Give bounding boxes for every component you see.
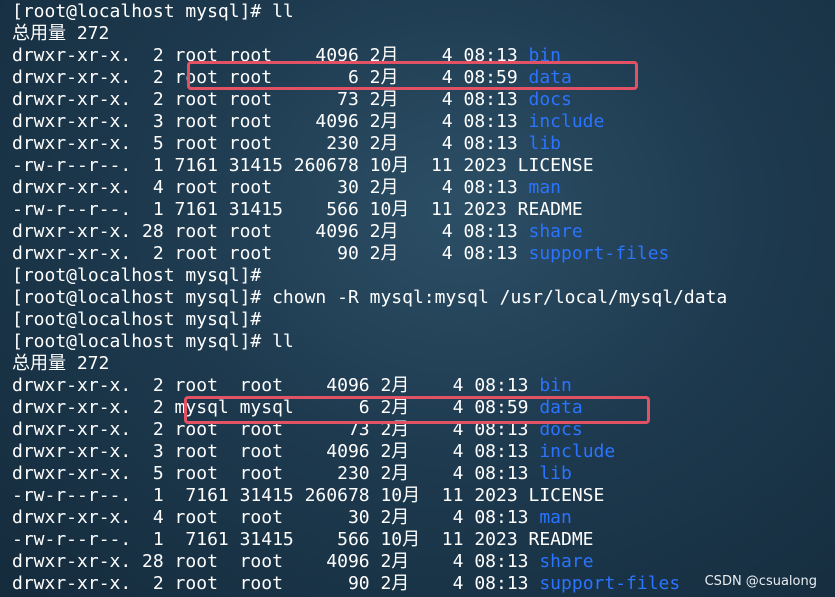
listing-row: -rw-r--r--. 1 7161 31415 566 10月 11 2023… bbox=[12, 199, 835, 221]
prompt-line: [root@localhost mysql]# bbox=[12, 265, 262, 286]
row-attributes: drwxr-xr-x. 5 root root 230 2月 4 08:13 bbox=[12, 133, 529, 154]
listing-row: drwxr-xr-x. 28 root root 4096 2月 4 08:13… bbox=[12, 221, 835, 243]
dir-name: man bbox=[539, 507, 572, 528]
dir-name: support-files bbox=[528, 243, 670, 264]
terminal-window[interactable]: [root@localhost mysql]# ll 总用量 272 drwxr… bbox=[0, 0, 835, 597]
prompt-line: [root@localhost mysql]# ll bbox=[12, 1, 294, 22]
dir-name: support-files bbox=[539, 573, 681, 594]
row-attributes: drwxr-xr-x. 2 root root 90 2月 4 08:13 bbox=[12, 243, 529, 264]
listing-row: drwxr-xr-x. 2 root root 4096 2月 4 08:13 … bbox=[12, 375, 835, 397]
file-name: LICENSE bbox=[517, 155, 594, 176]
listing-row: -rw-r--r--. 1 7161 31415 260678 10月 11 2… bbox=[12, 485, 835, 507]
highlight-box-data-before bbox=[187, 61, 638, 90]
dir-name: include bbox=[528, 111, 605, 132]
prompt-line: [root@localhost mysql]# bbox=[12, 309, 262, 330]
file-name: README bbox=[528, 529, 594, 550]
dir-name: lib bbox=[539, 463, 572, 484]
prompt-line: [root@localhost mysql]# ll bbox=[12, 331, 294, 352]
row-attributes: drwxr-xr-x. 3 root root 4096 2月 4 08:13 bbox=[12, 441, 540, 462]
listing-row: drwxr-xr-x. 5 root root 230 2月 4 08:13 l… bbox=[12, 463, 835, 485]
row-attributes: drwxr-xr-x. 5 root root 230 2月 4 08:13 bbox=[12, 463, 540, 484]
row-attributes: drwxr-xr-x. 4 root root 30 2月 4 08:13 bbox=[12, 507, 540, 528]
command-line: [root@localhost mysql]# chown -R mysql:m… bbox=[12, 287, 728, 308]
watermark: CSDN @csualong bbox=[704, 574, 817, 589]
total-line: 总用量 272 bbox=[12, 353, 110, 374]
listing-row: -rw-r--r--. 1 7161 31415 566 10月 11 2023… bbox=[12, 529, 835, 551]
row-attributes: drwxr-xr-x. 28 root root 4096 2月 4 08:13 bbox=[12, 551, 540, 572]
dir-name: man bbox=[528, 177, 562, 198]
dir-name: lib bbox=[528, 133, 562, 154]
listing-row: drwxr-xr-x. 3 root root 4096 2月 4 08:13 … bbox=[12, 111, 835, 133]
listing-row: -rw-r--r--. 1 7161 31415 260678 10月 11 2… bbox=[12, 155, 835, 177]
row-attributes: drwxr-xr-x. 4 root root 30 2月 4 08:13 bbox=[12, 177, 529, 198]
listing-row: drwxr-xr-x. 2 root root 73 2月 4 08:13 do… bbox=[12, 89, 835, 111]
highlight-box-data-after bbox=[184, 396, 650, 424]
row-attributes: drwxr-xr-x. 28 root root 4096 2月 4 08:13 bbox=[12, 221, 529, 242]
dir-name: share bbox=[528, 221, 583, 242]
listing-row: drwxr-xr-x. 4 root root 30 2月 4 08:13 ma… bbox=[12, 177, 835, 199]
dir-name: docs bbox=[528, 89, 572, 110]
listing-row: drwxr-xr-x. 2 root root 90 2月 4 08:13 su… bbox=[12, 243, 835, 265]
row-attributes: drwxr-xr-x. 3 root root 4096 2月 4 08:13 bbox=[12, 111, 529, 132]
row-attributes: drwxr-xr-x. 2 root root 73 2月 4 08:13 bbox=[12, 89, 529, 110]
row-attributes: -rw-r--r--. 1 7161 31415 566 10月 11 2023 bbox=[12, 199, 518, 220]
listing-row: drwxr-xr-x. 5 root root 230 2月 4 08:13 l… bbox=[12, 133, 835, 155]
listing-row: drwxr-xr-x. 3 root root 4096 2月 4 08:13 … bbox=[12, 441, 835, 463]
file-name: LICENSE bbox=[528, 485, 605, 506]
dir-name: include bbox=[539, 441, 616, 462]
total-line: 总用量 272 bbox=[12, 23, 110, 44]
row-attributes: -rw-r--r--. 1 7161 31415 260678 10月 11 2… bbox=[12, 155, 518, 176]
row-attributes: drwxr-xr-x. 2 root root 4096 2月 4 08:13 bbox=[12, 375, 540, 396]
listing-row: drwxr-xr-x. 28 root root 4096 2月 4 08:13… bbox=[12, 551, 835, 573]
dir-name: bin bbox=[539, 375, 572, 396]
dir-name: share bbox=[539, 551, 594, 572]
file-name: README bbox=[517, 199, 583, 220]
row-attributes: -rw-r--r--. 1 7161 31415 260678 10月 11 2… bbox=[12, 485, 529, 506]
row-attributes: -rw-r--r--. 1 7161 31415 566 10月 11 2023 bbox=[12, 529, 529, 550]
row-attributes: drwxr-xr-x. 2 root root 90 2月 4 08:13 bbox=[12, 573, 540, 594]
listing-row: drwxr-xr-x. 4 root root 30 2月 4 08:13 ma… bbox=[12, 507, 835, 529]
